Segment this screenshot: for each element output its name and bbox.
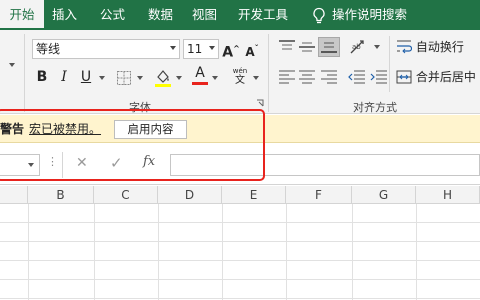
formula-input[interactable] (170, 154, 480, 176)
alignment-group-label: 对齐方式 (353, 101, 397, 114)
formula-bar-grip-icon[interactable]: ⋮ (47, 155, 58, 168)
gridline (0, 279, 480, 280)
tab-home[interactable]: 开始 (0, 0, 44, 30)
dialog-launcher-icon[interactable] (256, 99, 264, 107)
font-size-value: 11 (187, 42, 203, 56)
bold-button[interactable]: B (34, 67, 50, 87)
tab-data[interactable]: 数据 (148, 0, 173, 30)
orientation-icon[interactable]: ab (348, 38, 370, 56)
gridline (94, 204, 95, 300)
worksheet-grid[interactable]: B C D E F G H (0, 186, 480, 300)
tell-me-search[interactable]: 操作说明搜索 (312, 0, 407, 30)
phonetic-guide-button[interactable]: wén 文 (230, 67, 250, 87)
font-color-letter: A (195, 65, 205, 81)
merge-center-icon (396, 70, 412, 83)
column-header-d[interactable]: D (158, 186, 222, 204)
tab-formulas[interactable]: 公式 (100, 0, 125, 30)
gridline (158, 204, 159, 300)
tab-view[interactable]: 视图 (192, 0, 217, 30)
warning-title: 警告 (0, 122, 25, 136)
gridline (352, 204, 353, 300)
fill-color-icon[interactable] (154, 68, 172, 88)
ribbon-body: 等线 11 A^ Aˇ B I U A wén 文 字体 ab 自动换行 合并后… (0, 30, 480, 114)
merge-center-label: 合并后居中 (415, 70, 476, 84)
group-divider (268, 34, 269, 112)
macros-disabled-message[interactable]: 宏已被禁用。 (29, 115, 101, 143)
fill-color-dropdown-caret[interactable] (176, 76, 182, 80)
orientation-dropdown-caret[interactable] (374, 45, 380, 49)
gridline (286, 204, 287, 300)
ribbon-tab-bar: 开始 插入 公式 数据 视图 开发工具 操作说明搜索 (0, 0, 480, 30)
wrap-text-icon (397, 40, 413, 53)
align-bottom-icon (321, 42, 337, 53)
increase-font-size-button[interactable]: A^ (222, 39, 240, 63)
clipboard-dropdown-caret[interactable] (9, 63, 15, 67)
align-center-icon[interactable] (298, 70, 316, 84)
font-name-value: 等线 (36, 42, 61, 56)
enter-entry-button[interactable]: ✓ (110, 154, 123, 172)
column-header-f[interactable]: F (286, 186, 352, 204)
chevron-down-icon (209, 46, 215, 50)
align-bottom-button[interactable] (318, 37, 340, 57)
font-group-label: 字体 (129, 101, 151, 114)
formula-divider (62, 152, 63, 178)
svg-text:ab: ab (352, 43, 361, 51)
wrap-text-button[interactable]: 自动换行 (396, 38, 464, 58)
column-header-g[interactable]: G (352, 186, 416, 204)
font-color-swatch (192, 82, 208, 85)
increase-indent-icon[interactable] (370, 70, 388, 84)
lightbulb-icon (313, 7, 325, 23)
decrease-font-size-button[interactable]: Aˇ (243, 39, 261, 62)
gridline (222, 204, 223, 300)
security-warning-bar: 警告 宏已被禁用。 启用内容 (0, 115, 480, 143)
gridline (0, 298, 480, 299)
decrease-indent-icon[interactable] (348, 70, 366, 84)
column-header-c[interactable]: C (94, 186, 158, 204)
italic-button[interactable]: I (56, 67, 72, 87)
font-color-button[interactable]: A (192, 65, 208, 87)
merge-center-button[interactable]: 合并后居中 (396, 68, 476, 88)
font-size-combo[interactable]: 11 (183, 39, 219, 59)
borders-icon[interactable] (116, 70, 132, 86)
underline-button[interactable]: U (78, 67, 94, 87)
gridline (416, 204, 417, 300)
underline-dropdown-caret[interactable] (99, 76, 105, 80)
cancel-entry-button[interactable]: ✕ (76, 155, 88, 171)
borders-dropdown-caret[interactable] (137, 76, 143, 80)
group-divider (24, 34, 25, 112)
column-header-h[interactable]: H (416, 186, 480, 204)
enable-content-button[interactable]: 启用内容 (114, 120, 187, 139)
gridline (28, 204, 29, 300)
phonetic-dropdown-caret[interactable] (253, 76, 259, 80)
tab-insert[interactable]: 插入 (52, 0, 77, 30)
chevron-down-icon (170, 46, 176, 50)
gridline (0, 222, 480, 223)
chevron-down-icon (28, 163, 34, 167)
wrap-text-label: 自动换行 (415, 40, 464, 54)
phonetic-guide-char: 文 (235, 75, 245, 86)
tab-developer[interactable]: 开发工具 (238, 0, 288, 30)
tell-me-label: 操作说明搜索 (332, 7, 408, 22)
font-color-dropdown-caret[interactable] (212, 76, 218, 80)
align-left-icon[interactable] (278, 70, 296, 84)
font-name-combo[interactable]: 等线 (32, 39, 180, 59)
column-header-a[interactable] (0, 186, 28, 204)
align-top-icon[interactable] (278, 40, 296, 54)
group-divider (389, 36, 390, 92)
column-header-b[interactable]: B (28, 186, 94, 204)
insert-function-button[interactable]: fx (143, 154, 155, 169)
gridline (0, 241, 480, 242)
gridline (0, 260, 480, 261)
formula-bar: ⋮ ✕ ✓ fx (0, 143, 480, 185)
align-right-icon[interactable] (320, 70, 338, 84)
align-middle-icon[interactable] (298, 40, 316, 54)
column-header-e[interactable]: E (222, 186, 286, 204)
name-box[interactable] (0, 154, 40, 176)
